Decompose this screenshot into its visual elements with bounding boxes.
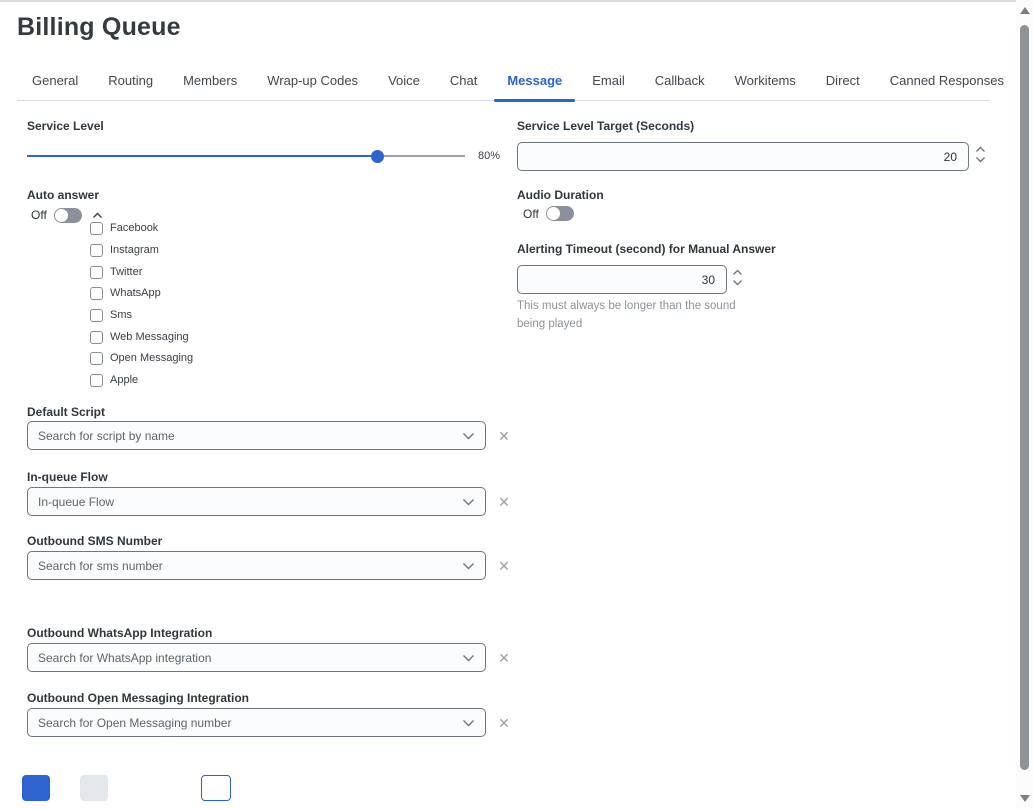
clear-x-icon[interactable]: ✕ (496, 428, 512, 444)
in-queue-flow-label: In-queue Flow (27, 470, 108, 484)
channel-row-whatsapp: WhatsApp (90, 286, 161, 300)
chevron-down-icon (462, 714, 475, 732)
service-level-target-input[interactable] (517, 142, 969, 171)
auto-answer-state: Off (31, 208, 47, 222)
checkbox-label: Twitter (110, 266, 142, 278)
audio-duration-state: Off (523, 207, 539, 221)
tab-message[interactable]: Message (492, 63, 577, 100)
alerting-timeout-label: Alerting Timeout (second) for Manual Ans… (517, 242, 776, 256)
service-level-value: 80% (478, 150, 500, 162)
outbound-whatsapp-combobox[interactable]: Search for WhatsApp integration (27, 643, 486, 672)
clear-x-icon[interactable]: ✕ (496, 715, 512, 731)
scrollbar-up-arrow-icon[interactable] (1020, 7, 1030, 14)
checkbox-whatsapp[interactable] (90, 287, 103, 300)
spinner-up-icon[interactable] (732, 269, 743, 276)
outbound-open-messaging-combobox[interactable]: Search for Open Messaging number (27, 708, 486, 737)
service-level-target-label: Service Level Target (Seconds) (517, 119, 694, 133)
combobox-placeholder: In-queue Flow (38, 495, 462, 509)
tab-direct[interactable]: Direct (811, 63, 875, 100)
scrollbar-thumb[interactable] (1020, 25, 1029, 770)
cancel-button[interactable] (201, 775, 231, 801)
channel-row-facebook: Facebook (90, 221, 158, 235)
tab-routing[interactable]: Routing (93, 63, 168, 100)
combobox-placeholder: Search for script by name (38, 429, 462, 443)
channel-row-twitter: Twitter (90, 265, 142, 279)
tab-callback[interactable]: Callback (640, 63, 720, 100)
checkbox-instagram[interactable] (90, 244, 103, 257)
channel-row-instagram: Instagram (90, 243, 159, 257)
outbound-sms-combobox[interactable]: Search for sms number (27, 551, 486, 580)
spinner-up-icon[interactable] (975, 146, 986, 153)
scrollbar-down-arrow-icon[interactable] (1020, 795, 1030, 802)
checkbox-label: Open Messaging (110, 352, 193, 364)
tab-workitems[interactable]: Workitems (720, 63, 811, 100)
tab-bar: General Routing Members Wrap-up Codes Vo… (17, 63, 990, 101)
tab-members[interactable]: Members (168, 63, 252, 100)
checkbox-open-messaging[interactable] (90, 352, 103, 365)
chevron-down-icon (462, 493, 475, 511)
checkbox-web-messaging[interactable] (90, 331, 103, 344)
in-queue-flow-combobox[interactable]: In-queue Flow (27, 487, 486, 516)
channel-row-apple: Apple (90, 373, 138, 387)
slider-fill (27, 155, 377, 157)
combobox-placeholder: Search for WhatsApp integration (38, 651, 462, 665)
tab-chat[interactable]: Chat (435, 63, 492, 100)
outbound-sms-label: Outbound SMS Number (27, 534, 162, 548)
channel-row-web-messaging: Web Messaging (90, 330, 189, 344)
checkbox-label: WhatsApp (110, 287, 161, 299)
checkbox-label: Web Messaging (110, 331, 189, 343)
page-title: Billing Queue (17, 13, 181, 42)
channel-row-sms: Sms (90, 308, 132, 322)
service-level-slider[interactable] (27, 150, 465, 163)
spinner-down-icon[interactable] (732, 279, 743, 286)
checkbox-label: Instagram (110, 244, 159, 256)
tab-canned-responses[interactable]: Canned Responses (875, 63, 1019, 100)
checkbox-apple[interactable] (90, 374, 103, 387)
save-button[interactable] (22, 775, 50, 801)
checkbox-facebook[interactable] (90, 222, 103, 235)
audio-duration-label: Audio Duration (517, 188, 604, 202)
top-divider (0, 0, 1033, 2)
chevron-down-icon (462, 557, 475, 575)
clear-x-icon[interactable]: ✕ (496, 494, 512, 510)
channel-row-open-messaging: Open Messaging (90, 351, 193, 365)
tab-email[interactable]: Email (577, 63, 640, 100)
checkbox-twitter[interactable] (90, 266, 103, 279)
checkbox-label: Facebook (110, 222, 158, 234)
outbound-whatsapp-label: Outbound WhatsApp Integration (27, 626, 212, 640)
slider-thumb-icon[interactable] (371, 150, 384, 163)
tab-general[interactable]: General (17, 63, 93, 100)
service-level-target-spinner (975, 146, 986, 163)
toggle-knob-icon (55, 209, 68, 222)
spinner-down-icon[interactable] (975, 156, 986, 163)
alerting-timeout-help: This must always be longer than the soun… (517, 297, 749, 333)
auto-answer-label: Auto answer (27, 188, 99, 202)
clear-x-icon[interactable]: ✕ (496, 558, 512, 574)
combobox-placeholder: Search for sms number (38, 559, 462, 573)
audio-duration-toggle-row: Off (523, 206, 574, 221)
default-script-combobox[interactable]: Search for script by name (27, 421, 486, 450)
service-level-label: Service Level (27, 119, 104, 133)
chevron-down-icon (462, 649, 475, 667)
clear-x-icon[interactable]: ✕ (496, 650, 512, 666)
outbound-open-messaging-label: Outbound Open Messaging Integration (27, 691, 249, 705)
alerting-timeout-input[interactable] (517, 265, 727, 294)
toggle-knob-icon (547, 207, 560, 220)
vertical-scrollbar[interactable] (1016, 0, 1033, 809)
auto-answer-toggle[interactable] (54, 208, 82, 223)
alerting-timeout-spinner (732, 269, 743, 286)
tab-voice[interactable]: Voice (373, 63, 435, 100)
checkbox-label: Apple (110, 374, 138, 386)
tab-wrap-up-codes[interactable]: Wrap-up Codes (252, 63, 373, 100)
combobox-placeholder: Search for Open Messaging number (38, 716, 462, 730)
audio-duration-toggle[interactable] (546, 206, 574, 221)
checkbox-label: Sms (110, 309, 132, 321)
default-script-label: Default Script (27, 405, 105, 419)
chevron-down-icon (462, 427, 475, 445)
checkbox-sms[interactable] (90, 309, 103, 322)
save-and-continue-button[interactable] (80, 775, 108, 801)
